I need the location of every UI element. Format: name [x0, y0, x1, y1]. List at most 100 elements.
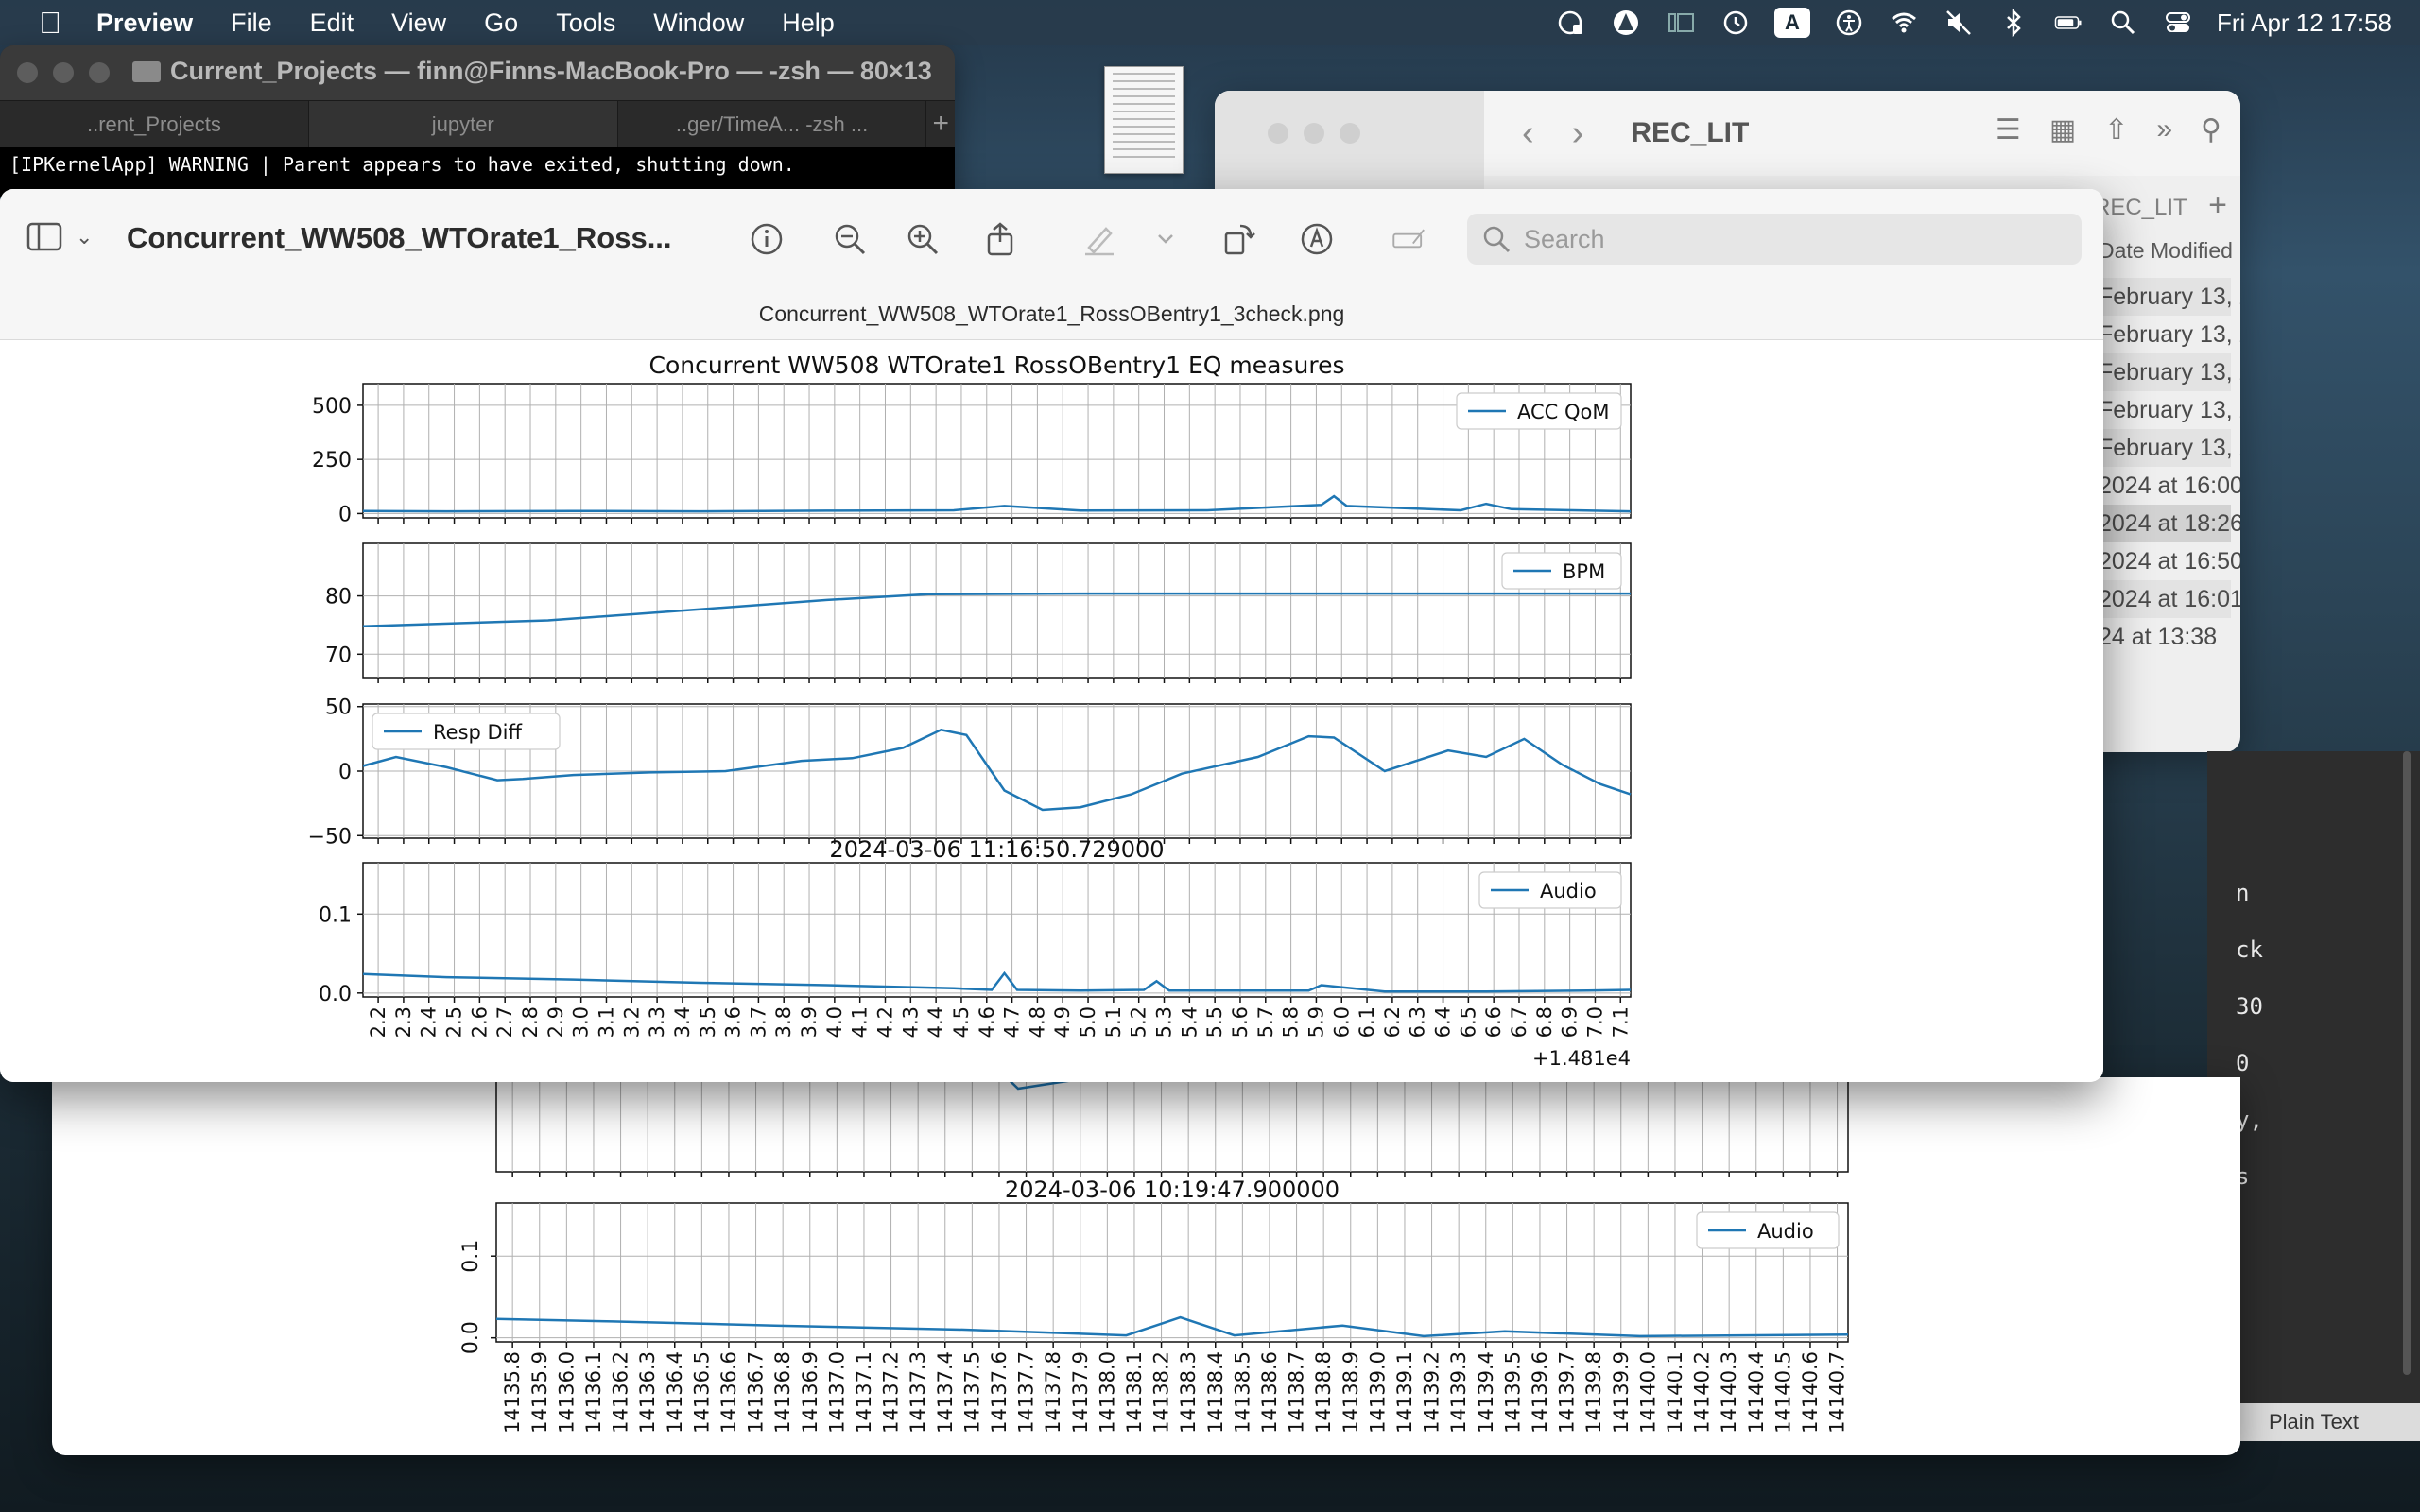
menu-app-name[interactable]: Preview	[96, 9, 193, 38]
minimize-button[interactable]	[53, 62, 74, 83]
app-status-icon[interactable]	[1610, 7, 1642, 39]
search-field[interactable]	[1467, 214, 2082, 265]
new-tab-button[interactable]: +	[2208, 187, 2227, 224]
search-icon[interactable]: ⚲	[2201, 113, 2221, 146]
x-tick-label: 14139.3	[1447, 1351, 1470, 1434]
zoom-in-icon[interactable]	[903, 219, 942, 259]
share-icon[interactable]	[980, 219, 1020, 259]
terminal-tab[interactable]: ..rent_Projects	[0, 101, 309, 147]
menu-view[interactable]: View	[391, 9, 446, 38]
control-center-icon[interactable]	[2162, 7, 2194, 39]
column-header-date-modified[interactable]: Date Modified	[2099, 238, 2233, 264]
x-tick-label: 6.3	[1407, 1006, 1429, 1038]
x-tick-label: 3.7	[747, 1006, 769, 1038]
x-tick-label: 14137.0	[825, 1351, 848, 1434]
forward-icon[interactable]: ›	[1572, 113, 1584, 154]
time-machine-icon[interactable]	[1720, 7, 1752, 39]
x-tick-label: 14138.2	[1150, 1351, 1173, 1434]
list-item[interactable]: February 13, 2024 at 18:25	[2099, 316, 2240, 353]
document-title[interactable]: Concurrent_WW508_WTOrate1_Ross...	[127, 221, 672, 255]
y-tick-label: 0	[338, 503, 352, 526]
finder-tab[interactable]: REC_LIT	[2094, 195, 2187, 221]
panel-frame	[362, 542, 1632, 679]
menu-help[interactable]: Help	[782, 9, 835, 38]
minimize-button[interactable]	[1304, 123, 1324, 144]
list-item[interactable]: 2024 at 16:00	[2099, 467, 2240, 505]
menu-edit[interactable]: Edit	[310, 9, 354, 38]
scrollbar[interactable]	[2403, 751, 2411, 1375]
x-tick-label: 3.5	[697, 1006, 719, 1038]
x-tick-label: 14136.6	[717, 1351, 740, 1434]
list-item[interactable]: 2024 at 16:01	[2099, 580, 2240, 618]
x-tick-label: 14135.8	[501, 1351, 524, 1434]
sidebar-toggle-button[interactable]: ⌄	[26, 221, 93, 253]
x-tick-label: 3.9	[798, 1006, 821, 1038]
privacy-icon[interactable]	[1555, 7, 1587, 39]
x-tick-label: 3.2	[620, 1006, 643, 1038]
x-tick-label: 4.4	[925, 1006, 947, 1038]
info-icon[interactable]	[747, 219, 786, 259]
menu-tools[interactable]: Tools	[556, 9, 615, 38]
search-input[interactable]	[1524, 224, 2053, 254]
markup-icon[interactable]	[1297, 219, 1337, 259]
menu-file[interactable]: File	[231, 9, 272, 38]
volume-muted-icon[interactable]	[1943, 7, 1975, 39]
terminal-tab[interactable]: jupyter	[308, 101, 618, 147]
group-icon[interactable]: ▦	[2049, 113, 2076, 146]
list-item[interactable]: 24 at 13:38	[2099, 618, 2231, 656]
chevron-down-icon[interactable]	[1146, 219, 1185, 259]
share-icon[interactable]: ⇧	[2104, 113, 2128, 146]
back-icon[interactable]: ‹	[1522, 113, 1534, 154]
x-tick-label: 5.7	[1254, 1006, 1277, 1038]
rotate-icon[interactable]	[1219, 219, 1259, 259]
zoom-out-icon[interactable]	[830, 219, 870, 259]
form-filling-icon[interactable]	[1385, 219, 1434, 259]
x-tick-label: 6.8	[1533, 1006, 1556, 1038]
x-tick-label: 14139.1	[1393, 1351, 1416, 1434]
x-offset-label: +1.481e4	[1532, 1047, 1631, 1070]
list-item[interactable]: 2024 at 18:26	[2099, 505, 2240, 542]
list-item[interactable]: February 13, 2024 at 15:47	[2099, 391, 2240, 429]
wifi-icon[interactable]	[1888, 7, 1920, 39]
x-tick-label: 14139.0	[1366, 1351, 1389, 1434]
battery-icon[interactable]	[2052, 7, 2084, 39]
zoom-button[interactable]	[89, 62, 110, 83]
x-tick-label: 4.0	[823, 1006, 846, 1038]
list-item[interactable]: February 13, 2024 at 15:56	[2099, 353, 2240, 391]
bluetooth-icon[interactable]	[1997, 7, 2030, 39]
terminal-tab-bar: ..rent_Projects jupyter ..ger/TimeA... -…	[0, 100, 955, 147]
menu-clock[interactable]: Fri Apr 12 17:58	[2217, 9, 2392, 38]
list-item[interactable]: 2024 at 16:50	[2099, 542, 2240, 580]
legend-label: BPM	[1563, 560, 1605, 583]
zoom-button[interactable]	[1340, 123, 1360, 144]
more-icon[interactable]: »	[2156, 113, 2172, 146]
x-tick-label: 14137.3	[907, 1351, 929, 1434]
x-tick-label: 6.2	[1381, 1006, 1404, 1038]
spotlight-icon[interactable]	[2107, 7, 2139, 39]
x-tick-label: 2.7	[493, 1006, 516, 1038]
close-button[interactable]	[17, 62, 38, 83]
new-tab-button[interactable]: +	[926, 101, 955, 147]
panel-annotation: 2024-03-06 11:16:50.729000	[829, 836, 1164, 863]
list-view-icon[interactable]: ☰	[1996, 113, 2021, 146]
menu-go[interactable]: Go	[484, 9, 518, 38]
x-tick-label: 14136.5	[690, 1351, 713, 1434]
close-button[interactable]	[1268, 123, 1288, 144]
terminal-tab[interactable]: ..ger/TimeA... -zsh ...	[618, 101, 927, 147]
list-item[interactable]: February 13, 2024 at 18:26	[2099, 278, 2240, 316]
accessibility-icon[interactable]	[1833, 7, 1865, 39]
document-thumbnail[interactable]	[1104, 66, 1184, 174]
image-canvas[interactable]: Concurrent WW508 WTOrate1 RossOBentry1 E…	[0, 340, 2103, 1082]
input-source-badge[interactable]: A	[1774, 8, 1810, 38]
legend: Audio	[1478, 871, 1622, 909]
stage-manager-icon[interactable]	[1665, 7, 1697, 39]
x-tick-label: 14138.3	[1177, 1351, 1200, 1434]
x-tick-label: 14138.1	[1123, 1351, 1146, 1434]
x-tick-label: 3.6	[722, 1006, 745, 1038]
x-tick-label: 14139.2	[1421, 1351, 1443, 1434]
highlight-icon[interactable]	[1080, 219, 1119, 259]
terminal-titlebar[interactable]: Current_Projects — finn@Finns-MacBook-Pr…	[0, 45, 955, 100]
list-item[interactable]: February 13, 2024 at 15:44	[2099, 429, 2240, 467]
menu-window[interactable]: Window	[653, 9, 744, 38]
apple-menu-icon[interactable]: 	[36, 6, 64, 41]
